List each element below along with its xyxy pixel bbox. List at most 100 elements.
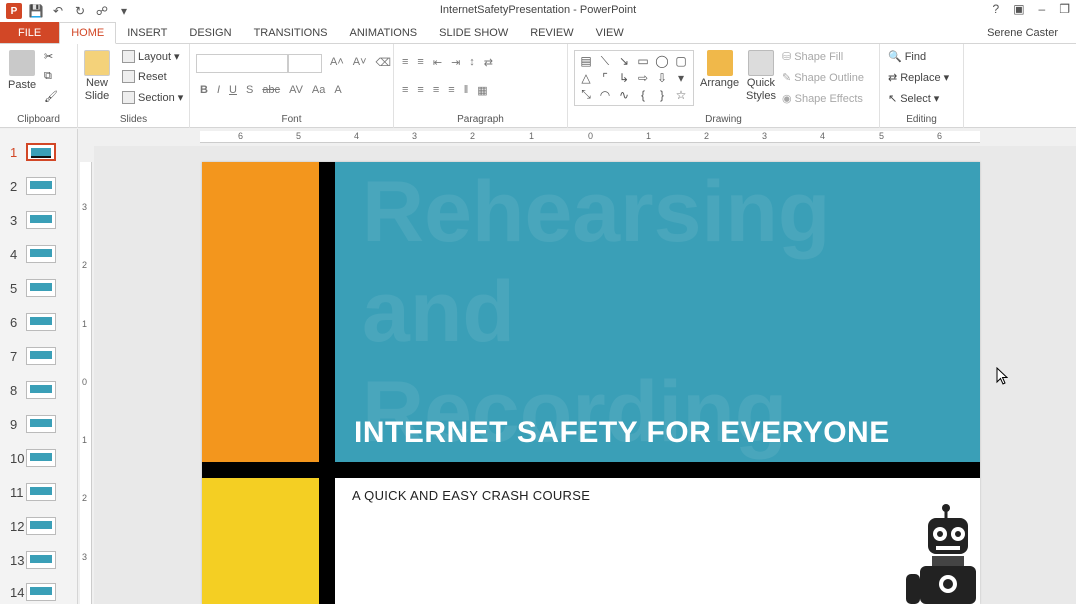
tab-slide-show[interactable]: SLIDE SHOW bbox=[428, 22, 519, 43]
shape-outline-button[interactable]: ✎ Shape Outline bbox=[782, 71, 864, 85]
freeform-shape-icon[interactable]: ⤡ bbox=[577, 87, 595, 103]
oval-shape-icon[interactable]: ◯ bbox=[653, 53, 671, 69]
slide-thumbnail[interactable]: 10 bbox=[6, 447, 74, 469]
arrow-line-shape-icon[interactable]: ↘ bbox=[615, 53, 633, 69]
current-slide[interactable]: Rehearsing and Recording INTERNET SAFETY… bbox=[202, 162, 980, 604]
restore-button[interactable]: ❐ bbox=[1059, 2, 1070, 16]
tab-animations[interactable]: ANIMATIONS bbox=[339, 22, 429, 43]
tab-insert[interactable]: INSERT bbox=[116, 22, 178, 43]
new-slide-button[interactable]: New Slide bbox=[84, 50, 110, 102]
font-label: Font bbox=[281, 114, 302, 125]
shadow-icon[interactable]: S bbox=[246, 84, 253, 96]
slide-thumbnail[interactable]: 2 bbox=[6, 175, 74, 197]
rounded-rectangle-shape-icon[interactable]: ▢ bbox=[672, 53, 690, 69]
reset-button[interactable]: Reset bbox=[122, 70, 167, 83]
right-brace-icon[interactable]: } bbox=[653, 87, 671, 103]
increase-indent-icon[interactable]: ⇥ bbox=[451, 56, 460, 69]
slide-thumbnail[interactable]: 6 bbox=[6, 311, 74, 333]
strikethrough-icon[interactable]: abc bbox=[262, 84, 280, 96]
font-size-combobox[interactable] bbox=[288, 54, 322, 73]
arc-shape-icon[interactable]: ◠ bbox=[596, 87, 614, 103]
slide-thumbnail[interactable]: 5 bbox=[6, 277, 74, 299]
section-button[interactable]: Section ▾ bbox=[122, 91, 183, 104]
replace-button[interactable]: ⇄ Replace ▾ bbox=[888, 71, 949, 85]
ribbon-display-options-icon[interactable]: ▣ bbox=[1013, 2, 1024, 16]
tab-design[interactable]: DESIGN bbox=[178, 22, 242, 43]
change-case-icon[interactable]: Aa bbox=[312, 84, 325, 96]
curve-shape-icon[interactable]: ∿ bbox=[615, 87, 633, 103]
tab-home[interactable]: HOME bbox=[59, 22, 117, 44]
format-painter-icon[interactable]: 🖌 bbox=[44, 90, 58, 103]
down-arrow-shape-icon[interactable]: ⇩ bbox=[653, 70, 671, 85]
paste-button[interactable]: Paste bbox=[8, 50, 36, 91]
curved-connector-icon[interactable]: ↳ bbox=[615, 70, 633, 85]
slide-thumbnail[interactable]: 4 bbox=[6, 243, 74, 265]
increase-font-icon[interactable]: A˄ bbox=[330, 56, 344, 69]
robot-image[interactable] bbox=[906, 504, 980, 604]
undo-icon[interactable]: ↶ bbox=[50, 3, 66, 19]
tab-transitions[interactable]: TRANSITIONS bbox=[243, 22, 339, 43]
tab-view[interactable]: VIEW bbox=[585, 22, 635, 43]
cut-icon[interactable]: ✂ bbox=[44, 50, 53, 63]
text-direction-icon[interactable]: ⇄ bbox=[484, 56, 493, 69]
more-shapes-icon[interactable]: ▾ bbox=[672, 70, 690, 85]
copy-icon[interactable]: ⧉ bbox=[44, 70, 52, 83]
slide-thumbnail[interactable]: 8 bbox=[6, 379, 74, 401]
justify-icon[interactable]: ≡ bbox=[448, 84, 454, 97]
line-shape-icon[interactable]: ⟍ bbox=[596, 53, 614, 69]
slide-thumbnail[interactable]: 12 bbox=[6, 515, 74, 537]
tab-review[interactable]: REVIEW bbox=[519, 22, 584, 43]
align-left-icon[interactable]: ≡ bbox=[402, 84, 408, 97]
triangle-shape-icon[interactable]: △ bbox=[577, 70, 595, 85]
user-account[interactable]: Serene Caster bbox=[987, 27, 1058, 39]
right-arrow-shape-icon[interactable]: ⇨ bbox=[634, 70, 652, 85]
minimize-button[interactable]: – bbox=[1039, 2, 1046, 16]
save-icon[interactable]: 💾 bbox=[28, 3, 44, 19]
help-button[interactable]: ? bbox=[993, 2, 1000, 16]
clear-formatting-icon[interactable]: ⌫ bbox=[376, 56, 392, 69]
slide-thumbnail[interactable]: 11 bbox=[6, 481, 74, 503]
shape-effects-button[interactable]: ◉ Shape Effects bbox=[782, 92, 863, 106]
align-center-icon[interactable]: ≡ bbox=[417, 84, 423, 97]
slide-thumbnail-pane[interactable]: 1 2 3 4 5 6 7 8 9 10 11 12 13 14 bbox=[0, 129, 78, 604]
slide-thumbnail[interactable]: 7 bbox=[6, 345, 74, 367]
quick-styles-button[interactable]: Quick Styles bbox=[746, 50, 776, 102]
font-name-combobox[interactable] bbox=[196, 54, 288, 73]
italic-icon[interactable]: I bbox=[217, 84, 220, 96]
decrease-font-icon[interactable]: A˅ bbox=[353, 56, 367, 69]
bullets-icon[interactable]: ≡ bbox=[402, 56, 408, 69]
star-shape-icon[interactable]: ☆ bbox=[672, 87, 690, 103]
bold-icon[interactable]: B bbox=[200, 84, 208, 96]
smartart-icon[interactable]: ▦ bbox=[477, 84, 487, 97]
start-from-beginning-icon[interactable]: ☍ bbox=[94, 3, 110, 19]
underline-icon[interactable]: U bbox=[229, 84, 237, 96]
slide-thumbnail[interactable]: 14 bbox=[6, 581, 74, 603]
slide-subtitle[interactable]: A QUICK AND EASY CRASH COURSE bbox=[352, 488, 590, 503]
slides-label: Slides bbox=[119, 114, 148, 125]
columns-icon[interactable]: ‖ bbox=[464, 84, 469, 97]
shapes-gallery[interactable]: ▤ ⟍ ↘ ▭ ◯ ▢ △ ⌜ ↳ ⇨ ⇩ ▾ ⤡ ◠ ∿ { } ☆ bbox=[574, 50, 694, 106]
arrange-button[interactable]: Arrange bbox=[700, 50, 739, 89]
layout-button[interactable]: Layout ▾ bbox=[122, 50, 180, 63]
slide-thumbnail[interactable]: 1 bbox=[6, 141, 74, 163]
slide-thumbnail[interactable]: 3 bbox=[6, 209, 74, 231]
find-button[interactable]: 🔍 Find bbox=[888, 50, 926, 64]
rectangle-shape-icon[interactable]: ▭ bbox=[634, 53, 652, 69]
slide-thumbnail[interactable]: 13 bbox=[6, 549, 74, 571]
shape-fill-button[interactable]: ⛁ Shape Fill bbox=[782, 50, 843, 64]
character-spacing-icon[interactable]: AV bbox=[289, 84, 303, 96]
select-button[interactable]: ↖ Select ▾ bbox=[888, 92, 939, 106]
decrease-indent-icon[interactable]: ⇤ bbox=[433, 56, 442, 69]
text-box-shape-icon[interactable]: ▤ bbox=[577, 53, 595, 69]
line-spacing-icon[interactable]: ↕ bbox=[469, 56, 475, 69]
left-brace-icon[interactable]: { bbox=[634, 87, 652, 103]
elbow-connector-icon[interactable]: ⌜ bbox=[596, 70, 614, 85]
font-color-icon[interactable]: A bbox=[334, 84, 341, 96]
slide-thumbnail[interactable]: 9 bbox=[6, 413, 74, 435]
numbering-icon[interactable]: ≡ bbox=[417, 56, 423, 69]
align-right-icon[interactable]: ≡ bbox=[433, 84, 439, 97]
redo-icon[interactable]: ↻ bbox=[72, 3, 88, 19]
customize-qat-icon[interactable]: ▾ bbox=[116, 3, 132, 19]
tab-file[interactable]: FILE bbox=[0, 22, 60, 43]
slide-title[interactable]: INTERNET SAFETY FOR EVERYONE bbox=[354, 416, 890, 450]
